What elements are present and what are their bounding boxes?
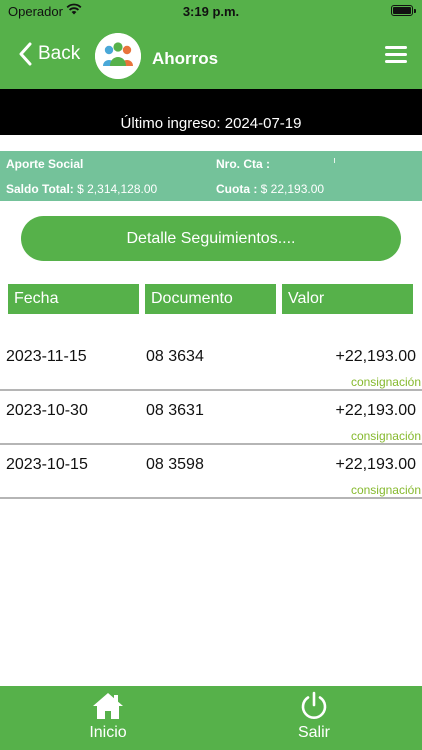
cuota-label: Cuota : (216, 182, 258, 196)
last-login-text: Último ingreso: 2024-07-19 (120, 115, 302, 132)
battery-icon (391, 5, 416, 16)
row-type: consignación (350, 375, 421, 389)
row-date: 2023-10-30 (6, 402, 88, 419)
aporte-social-label: Aporte Social (6, 157, 84, 171)
saldo-total: Saldo Total: $ 2,314,128.00 (6, 182, 157, 196)
table-row[interactable]: 2023-10-30 08 3631 +22,193.00 consignaci… (0, 391, 422, 445)
row-date: 2023-10-15 (6, 456, 88, 473)
account-info-panel: Aporte Social Nro. Cta : Saldo Total: $ … (0, 151, 422, 201)
table-row[interactable]: 2023-10-15 08 3598 +22,193.00 consignaci… (0, 445, 422, 499)
account-number: Nro. Cta : (216, 157, 270, 171)
back-label: Back (38, 43, 81, 64)
saldo-total-label: Saldo Total: (6, 182, 74, 196)
power-icon (301, 691, 327, 719)
last-login-bar: Último ingreso: 2024-07-19 (0, 89, 422, 135)
nav-bar: Back Ahorros (0, 22, 422, 89)
home-icon (93, 693, 123, 719)
tab-inicio[interactable]: Inicio (58, 686, 158, 750)
status-bar: Operador 3:19 p.m. (0, 0, 422, 22)
account-number-mark (334, 158, 335, 163)
people-logo (95, 33, 141, 79)
row-type: consignación (350, 429, 421, 443)
menu-icon[interactable] (385, 46, 407, 64)
back-button[interactable]: Back (18, 42, 80, 66)
status-time: 3:19 p.m. (182, 4, 240, 19)
tab-salir-label: Salir (297, 724, 330, 741)
column-header-fecha: Fecha (8, 284, 139, 314)
saldo-total-value: $ 2,314,128.00 (77, 182, 158, 196)
row-type: consignación (350, 483, 421, 497)
row-value: +22,193.00 (335, 456, 416, 473)
chevron-left-icon (19, 42, 32, 66)
row-document: 08 3634 (146, 348, 204, 365)
detalle-seguimientos-button[interactable]: Detalle Seguimientos.... (21, 216, 401, 261)
tab-inicio-label: Inicio (89, 724, 127, 741)
row-document: 08 3598 (146, 456, 204, 473)
column-header-valor: Valor (282, 284, 413, 314)
row-value: +22,193.00 (335, 402, 416, 419)
row-value: +22,193.00 (335, 348, 416, 365)
page-title: Ahorros (152, 49, 219, 68)
cuota-value: $ 22,193.00 (260, 182, 325, 196)
account-number-label: Nro. Cta : (216, 157, 270, 171)
row-date: 2023-11-15 (6, 348, 87, 365)
row-document: 08 3631 (146, 402, 204, 419)
tab-salir[interactable]: Salir (264, 686, 364, 750)
bottom-tab-bar: Inicio Salir (0, 686, 422, 750)
cuota: Cuota : $ 22,193.00 (216, 182, 324, 196)
column-header-documento: Documento (145, 284, 276, 314)
table-row[interactable]: 2023-11-15 08 3634 +22,193.00 consignaci… (0, 337, 422, 391)
